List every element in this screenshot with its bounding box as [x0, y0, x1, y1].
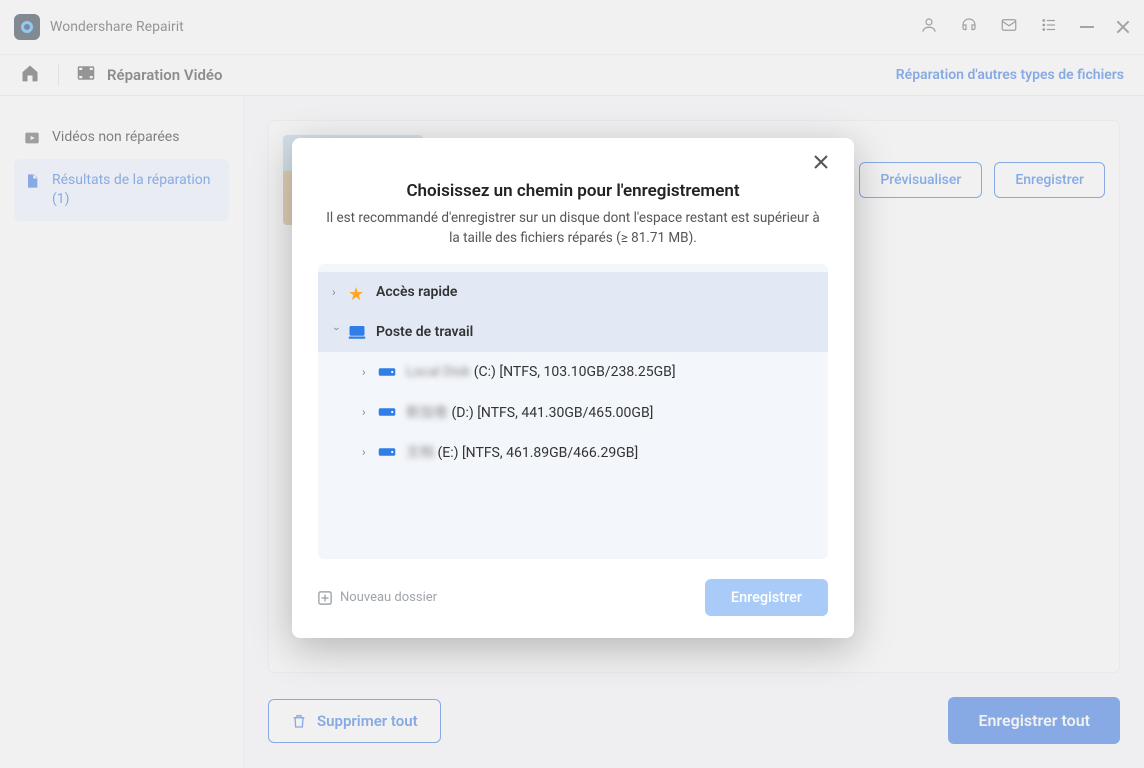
star-icon: ★: [348, 284, 366, 300]
modal-footer: Nouveau dossier Enregistrer: [318, 559, 828, 616]
drive-icon: [378, 404, 396, 420]
tree-label: 文档 (E:) [NTFS, 461.89GB/466.29GB]: [406, 442, 638, 462]
tree-item-drive-e[interactable]: › 文档 (E:) [NTFS, 461.89GB/466.29GB]: [318, 432, 828, 472]
modal-title: Choisissez un chemin pour l'enregistreme…: [318, 181, 828, 201]
computer-icon: [348, 324, 366, 340]
tree-label: Local Disk (C:) [NTFS, 103.10GB/238.25GB…: [406, 364, 676, 380]
chevron-down-icon: ›: [330, 327, 344, 337]
tree-label: Accès rapide: [376, 284, 457, 300]
chevron-right-icon: ›: [332, 285, 342, 299]
tree-item-drive-d[interactable]: › 新加卷 (D:) [NTFS, 441.30GB/465.00GB]: [318, 392, 828, 432]
tree-label: 新加卷 (D:) [NTFS, 441.30GB/465.00GB]: [406, 402, 653, 422]
chevron-right-icon: ›: [362, 365, 372, 379]
tree-item-computer[interactable]: › Poste de travail: [318, 312, 828, 352]
tree-item-drive-c[interactable]: › Local Disk (C:) [NTFS, 103.10GB/238.25…: [318, 352, 828, 392]
chevron-right-icon: ›: [362, 405, 372, 419]
tree-label: Poste de travail: [376, 324, 473, 340]
chevron-right-icon: ›: [362, 445, 372, 459]
drive-icon: [378, 444, 396, 460]
save-path-modal: Choisissez un chemin pour l'enregistreme…: [292, 138, 854, 638]
modal-desc: Il est recommandé d'enregistrer sur un d…: [324, 209, 822, 248]
new-folder-button[interactable]: Nouveau dossier: [318, 590, 437, 605]
modal-save-button[interactable]: Enregistrer: [705, 579, 828, 616]
path-tree: › ★ Accès rapide › Poste de travail › Lo…: [318, 264, 828, 559]
new-folder-label: Nouveau dossier: [340, 590, 437, 605]
close-icon: [814, 155, 828, 169]
modal-close-button[interactable]: [814, 154, 828, 173]
add-folder-icon: [318, 591, 332, 605]
tree-item-quick-access[interactable]: › ★ Accès rapide: [318, 272, 828, 312]
drive-icon: [378, 364, 396, 380]
